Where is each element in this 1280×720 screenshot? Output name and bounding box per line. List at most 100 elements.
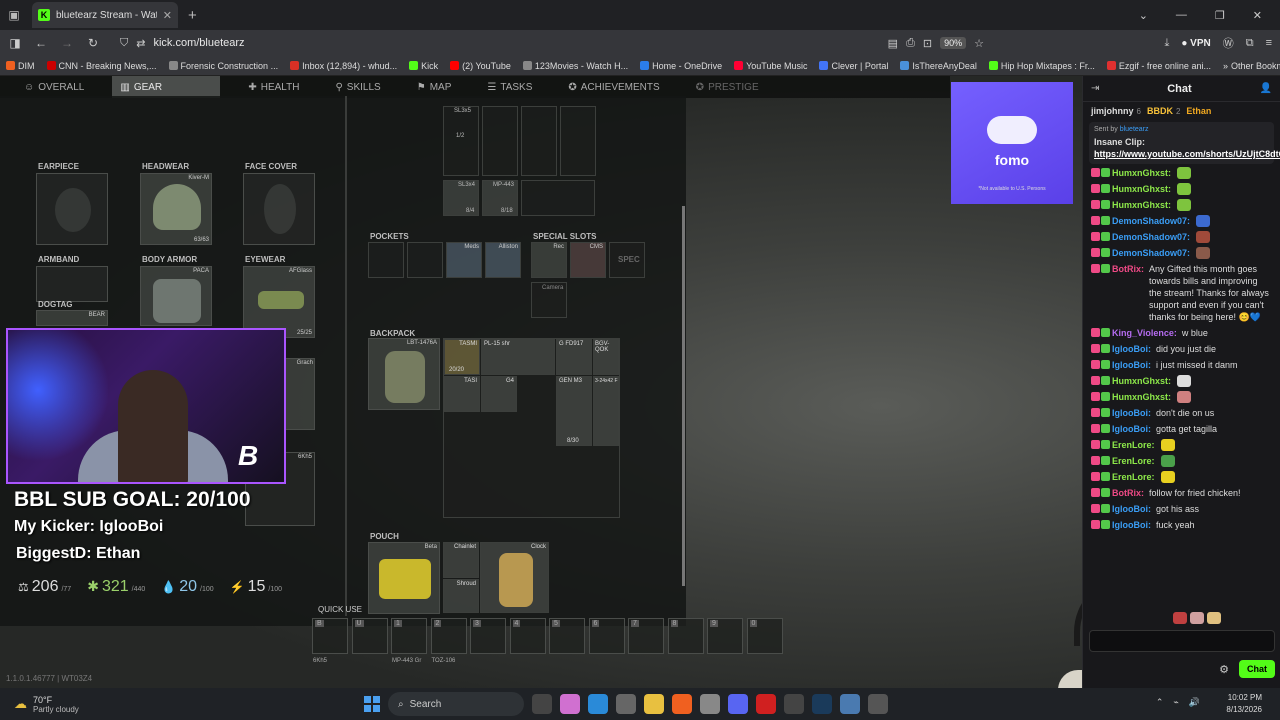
pistol-slot[interactable]: Grach: [285, 358, 315, 430]
obs-icon[interactable]: [784, 694, 804, 714]
quick-use-slot[interactable]: 0: [746, 618, 783, 654]
backpack-slot[interactable]: LBT-1476A: [368, 338, 440, 410]
network-icon[interactable]: ⌁: [1173, 697, 1178, 708]
bookmark-item[interactable]: 123Movies - Watch H...: [522, 61, 628, 71]
tab-list-icon[interactable]: ⌄: [1139, 9, 1148, 22]
pocket-slot[interactable]: Alliston: [485, 242, 521, 278]
tray-chevron-icon[interactable]: ⌃: [1156, 697, 1164, 708]
game-tab-tasks[interactable]: ☰ TASKS: [479, 76, 540, 98]
bookmark-item[interactable]: Home - OneDrive: [640, 61, 722, 71]
new-tab-icon[interactable]: +: [188, 7, 197, 24]
forward-icon[interactable]: →: [60, 36, 74, 50]
backpack-item[interactable]: PL-15 shr: [481, 339, 555, 375]
chat-username[interactable]: King_Violence:: [1112, 327, 1177, 339]
game-tab-overall[interactable]: ☺ OVERALL: [16, 76, 92, 98]
chat-username[interactable]: IglooBoi:: [1112, 407, 1151, 419]
pouch-slot[interactable]: Beta: [368, 542, 440, 614]
chat-username[interactable]: DemonShadow07:: [1112, 215, 1190, 227]
pocket-slot[interactable]: Meds: [446, 242, 482, 278]
game-tab-health[interactable]: ✚ HEALTH: [240, 76, 307, 98]
rig-cell[interactable]: [560, 106, 596, 176]
copilot-icon[interactable]: [560, 694, 580, 714]
backpack-item[interactable]: BGV-QOK: [593, 339, 619, 375]
pinned-link[interactable]: https://www.youtube.com/shorts/UzUjtC8dt…: [1094, 149, 1280, 159]
armband-slot[interactable]: [36, 266, 108, 302]
sidebar-icon[interactable]: ◨: [8, 36, 22, 50]
chat-username[interactable]: BotRix:: [1112, 487, 1144, 499]
special-slot[interactable]: SPEC: [609, 242, 645, 278]
zoom-badge[interactable]: 90%: [940, 37, 967, 49]
download-icon[interactable]: ⤓: [1164, 37, 1169, 50]
chat-username[interactable]: IglooBoi:: [1112, 343, 1151, 355]
bookmark-item[interactable]: YouTube Music: [734, 61, 807, 71]
tab-actions-icon[interactable]: ▣: [0, 0, 28, 30]
bookmark-star-icon[interactable]: ☆: [974, 37, 984, 50]
chat-username[interactable]: HumxnGhxst:: [1112, 183, 1171, 195]
chat-username[interactable]: IglooBoi:: [1112, 359, 1151, 371]
other-bookmarks[interactable]: »Other Bookmarks: [1223, 61, 1280, 71]
backpack-item[interactable]: G4: [481, 376, 517, 412]
earpiece-slot[interactable]: [36, 173, 108, 245]
quick-use-slot[interactable]: 5: [549, 618, 585, 654]
profile-icon[interactable]: Ⓦ: [1223, 35, 1234, 51]
bookmark-item[interactable]: Inbox (12,894) - whud...: [290, 61, 397, 71]
pocket-slot[interactable]: [368, 242, 404, 278]
special-slot[interactable]: CMS: [570, 242, 606, 278]
settings-icon[interactable]: ⚙: [1219, 663, 1229, 676]
screenshot-icon[interactable]: ⎙: [906, 37, 915, 50]
chat-username[interactable]: ErenLore:: [1112, 439, 1155, 451]
chat-username[interactable]: IglooBoi:: [1112, 503, 1151, 515]
chat-send-button[interactable]: Chat: [1239, 660, 1275, 678]
game-tab-achievements[interactable]: ✪ ACHIEVEMENTS: [560, 76, 667, 98]
gifter-item[interactable]: Ethan: [1186, 106, 1211, 116]
game-tab-gear[interactable]: ▥ GEAR: [112, 76, 221, 98]
emote-icon[interactable]: [1190, 612, 1204, 624]
bookmark-item[interactable]: (2) YouTube: [450, 61, 511, 71]
youtube-icon[interactable]: [756, 694, 776, 714]
game-tab-map[interactable]: ⚑ MAP: [409, 76, 460, 98]
chat-username[interactable]: DemonShadow07:: [1112, 231, 1190, 243]
bookmark-item[interactable]: IsThereAnyDeal: [900, 61, 977, 71]
backpack-item[interactable]: GEN M3 8/30: [556, 376, 592, 446]
dogtag-slot[interactable]: BEAR: [36, 310, 108, 326]
volume-icon[interactable]: 🔊: [1189, 697, 1200, 708]
quick-use-slot[interactable]: 9: [707, 618, 743, 654]
chat-input[interactable]: [1089, 630, 1275, 652]
bookmark-item[interactable]: CNN - Breaking News,...: [46, 61, 157, 71]
install-icon[interactable]: ⊡: [923, 37, 932, 50]
vpn-button[interactable]: ● VPN: [1181, 38, 1210, 49]
collapse-chat-icon[interactable]: ⇥: [1091, 83, 1099, 94]
rig-cell[interactable]: SL3x5 1/2: [443, 106, 479, 176]
settings-app-icon[interactable]: [840, 694, 860, 714]
backpack-item[interactable]: TASMI 20/20: [444, 339, 480, 375]
menu-icon[interactable]: ≡: [1266, 37, 1272, 49]
chat-username[interactable]: HumxnGhxst:: [1112, 199, 1171, 211]
reader-icon[interactable]: ▤: [888, 37, 898, 50]
url-field[interactable]: ⛉ ⇄ kick.com/bluetearz ▤ ⎙ ⊡ 90% ☆: [112, 32, 992, 54]
pocket-slot[interactable]: [407, 242, 443, 278]
chat-username[interactable]: IglooBoi:: [1112, 519, 1151, 531]
chat-username[interactable]: HumxnGhxst:: [1112, 391, 1171, 403]
edge-icon[interactable]: [588, 694, 608, 714]
minimize-icon[interactable]: —: [1176, 9, 1187, 22]
emote-icon[interactable]: [1207, 612, 1221, 624]
app-icon[interactable]: [868, 694, 888, 714]
bookmark-item[interactable]: Hip Hop Mixtapes : Fr...: [988, 61, 1095, 71]
chat-username[interactable]: HumxnGhxst:: [1112, 375, 1171, 387]
window-close-icon[interactable]: ✕: [1253, 9, 1262, 22]
game-tab-prestige[interactable]: ✪ PRESTIGE: [688, 76, 767, 98]
face-cover-slot[interactable]: [243, 173, 315, 245]
bookmark-item[interactable]: DIM: [6, 61, 35, 71]
quick-use-slot[interactable]: 3: [470, 618, 506, 654]
pouch-item[interactable]: Shroud: [443, 579, 479, 613]
quick-use-slot[interactable]: U: [351, 618, 388, 654]
chat-username[interactable]: IglooBoi:: [1112, 423, 1151, 435]
quick-use-slot[interactable]: 2 TOZ-106: [430, 618, 467, 664]
weather-widget[interactable]: ☁ 70°F Partly cloudy: [0, 695, 200, 714]
quick-use-slot[interactable]: 6: [588, 618, 625, 654]
windows-start-icon[interactable]: [364, 696, 380, 712]
rig-cell[interactable]: SL3x4 8/4: [443, 180, 479, 216]
extensions-icon[interactable]: ⧉: [1246, 37, 1254, 50]
tab-kick[interactable]: K bluetearz Stream - Watch L ✕: [32, 2, 178, 28]
quick-use-slot[interactable]: 4: [509, 618, 546, 654]
